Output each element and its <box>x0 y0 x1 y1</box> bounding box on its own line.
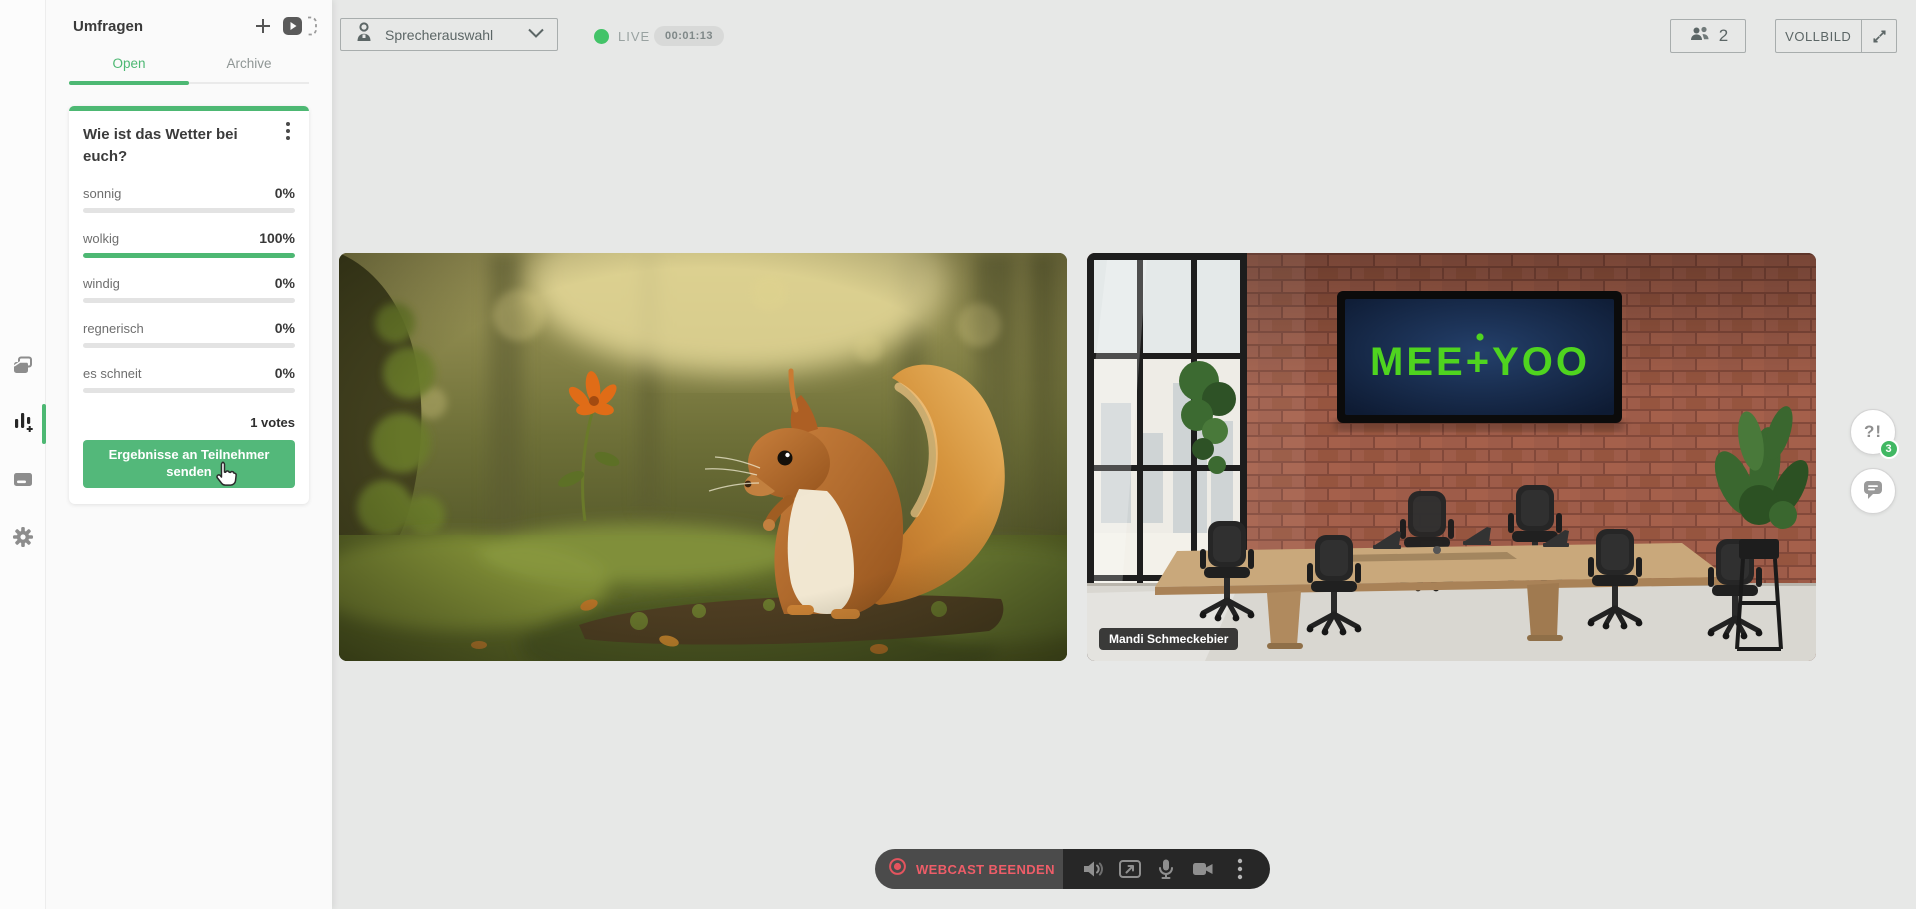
poll-option-percent: 0% <box>275 185 295 201</box>
send-results-button[interactable]: Ergebnisse an Teilnehmer senden <box>83 440 295 488</box>
end-webcast-button[interactable]: WEBCAST BEENDEN <box>875 849 1063 889</box>
poll-option-bar <box>83 343 295 348</box>
polls-tabs: Open Archive <box>69 46 309 84</box>
questions-button[interactable]: ?! 3 <box>1850 409 1896 455</box>
poll-option-row: regnerisch 0% <box>83 320 295 348</box>
questions-label: ?! <box>1864 422 1882 442</box>
tab-open[interactable]: Open <box>69 46 189 82</box>
chevron-down-icon <box>527 26 545 44</box>
poll-option-row: wolkig 100% <box>83 230 295 258</box>
volume-button[interactable] <box>1078 854 1108 884</box>
live-indicator-dot <box>594 29 609 44</box>
poll-option-label: windig <box>83 276 120 291</box>
participants-count: 2 <box>1719 26 1728 46</box>
tv-screen: MEE+YOO <box>1335 291 1624 431</box>
squirrel-forest-illustration <box>339 253 1067 661</box>
more-options-button[interactable] <box>1225 854 1255 884</box>
poll-option-label: es schneit <box>83 366 142 381</box>
speaker-video-tile: MEE+YOO <box>1087 253 1816 661</box>
content-video-tile <box>339 253 1067 661</box>
poll-option-bar <box>83 253 295 258</box>
participants-icon <box>1688 23 1712 50</box>
chat-icon <box>1862 478 1884 505</box>
poll-option-bar <box>83 208 295 213</box>
participants-button[interactable]: 2 <box>1670 19 1746 53</box>
webcast-app: Umfragen Open Archive Wie ist das Wetter… <box>0 0 1916 909</box>
poll-option-percent: 100% <box>259 230 295 246</box>
icon-rail <box>0 0 46 909</box>
poll-question: Wie ist das Wetter bei euch? <box>83 124 295 168</box>
fullscreen-label: VOLLBILD <box>1776 29 1861 44</box>
speaker-select-label: Sprecherauswahl <box>385 27 527 43</box>
poll-option-percent: 0% <box>275 275 295 291</box>
meeting-room-illustration: MEE+YOO <box>1087 253 1816 661</box>
poll-chart-icon <box>11 410 35 439</box>
live-timer: 00:01:13 <box>654 26 724 46</box>
poll-option-row: sonnig 0% <box>83 185 295 213</box>
webcast-toolbar: WEBCAST BEENDEN <box>875 849 1270 889</box>
expand-icon <box>1862 28 1896 45</box>
poll-option-bar <box>83 388 295 393</box>
questions-badge: 3 <box>1879 439 1899 459</box>
dock-panel-icon[interactable] <box>282 16 318 36</box>
chat-button[interactable] <box>1850 468 1896 514</box>
poll-option-bar <box>83 298 295 303</box>
slides-icon <box>11 354 35 383</box>
end-webcast-label: WEBCAST BEENDEN <box>916 862 1055 877</box>
poll-card: Wie ist das Wetter bei euch? sonnig 0% w… <box>69 106 309 504</box>
polls-panel-header: Umfragen <box>46 0 332 40</box>
panel-title: Umfragen <box>73 18 244 35</box>
toolbar-controls <box>1063 849 1270 889</box>
record-icon <box>888 857 907 881</box>
sidebar-item-polls[interactable] <box>0 410 46 438</box>
screenshare-button[interactable] <box>1115 854 1145 884</box>
polls-panel: Umfragen Open Archive Wie ist das Wetter… <box>46 0 332 909</box>
sidebar-item-settings[interactable] <box>0 525 46 553</box>
poll-option-label: wolkig <box>83 231 119 246</box>
speaker-select-dropdown[interactable]: Sprecherauswahl <box>340 18 558 51</box>
tab-archive[interactable]: Archive <box>189 46 309 82</box>
poll-option-row: es schneit 0% <box>83 365 295 393</box>
meetyoo-logo: MEE+YOO <box>1370 340 1590 384</box>
gear-icon <box>11 525 35 554</box>
poll-menu-button[interactable] <box>279 120 297 142</box>
camera-button[interactable] <box>1188 854 1218 884</box>
poll-option-row: windig 0% <box>83 275 295 303</box>
poll-option-label: regnerisch <box>83 321 144 336</box>
live-label: LIVE <box>618 29 650 44</box>
add-poll-button[interactable] <box>254 17 272 35</box>
poll-option-percent: 0% <box>275 320 295 336</box>
poll-option-label: sonnig <box>83 186 121 201</box>
banner-icon <box>11 467 35 496</box>
sidebar-item-slides[interactable] <box>0 354 46 382</box>
mic-button[interactable] <box>1151 854 1181 884</box>
active-rail-indicator <box>42 404 46 444</box>
sidebar-item-lower-third[interactable] <box>0 467 46 495</box>
fullscreen-button[interactable]: VOLLBILD <box>1775 19 1897 53</box>
poll-option-percent: 0% <box>275 365 295 381</box>
speaker-icon <box>353 20 375 49</box>
speaker-name-label: Mandi Schmeckebier <box>1099 628 1238 650</box>
poll-votes-count: 1 votes <box>83 415 295 430</box>
